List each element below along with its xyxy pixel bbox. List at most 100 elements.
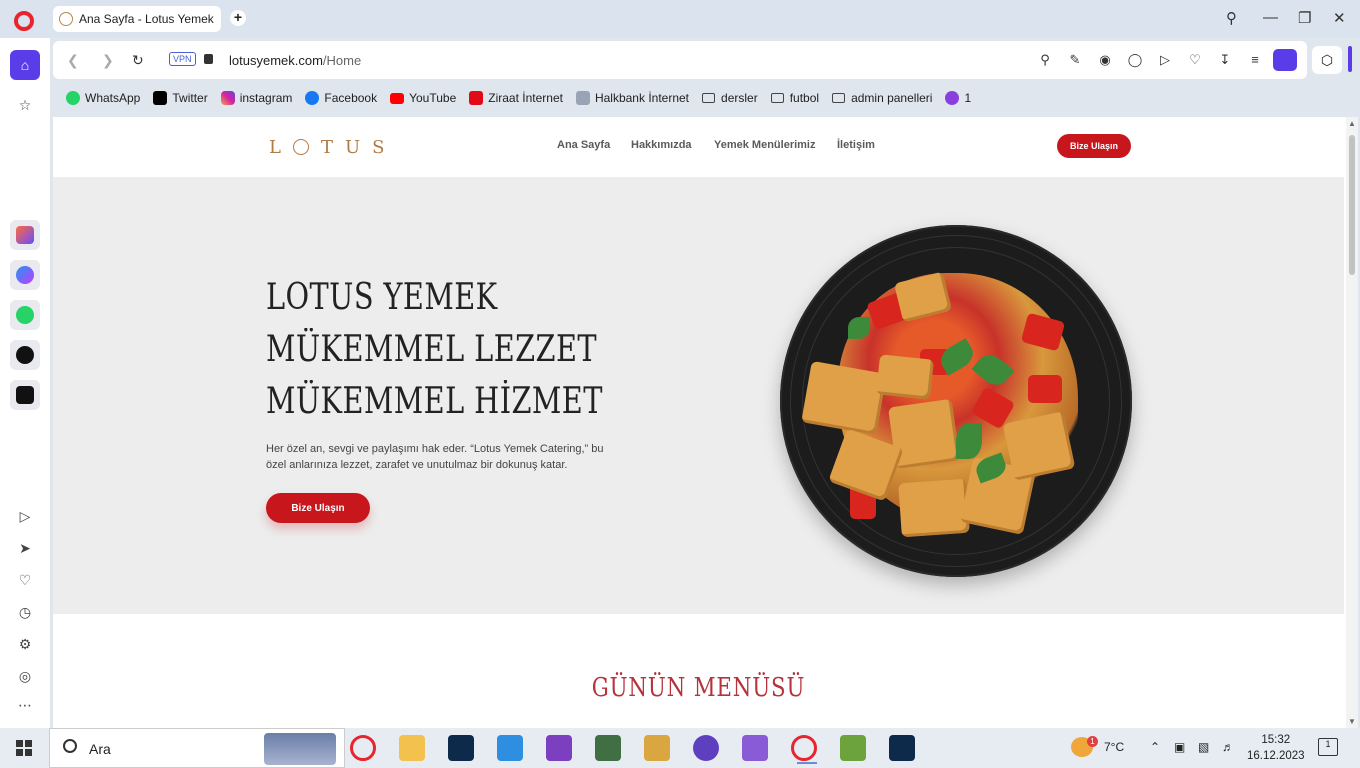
sidebar-whatsapp-icon[interactable] bbox=[10, 300, 40, 330]
taskbar-tool-icon[interactable] bbox=[840, 735, 866, 761]
bookmark-whatsapp[interactable]: WhatsApp bbox=[66, 91, 140, 105]
hero-contact-button[interactable]: Bize Ulaşın bbox=[266, 493, 370, 523]
site-logo[interactable]: L TUS bbox=[269, 137, 396, 158]
bookmark-instagram[interactable]: instagram bbox=[220, 91, 292, 105]
page-scrollbar[interactable]: ▲ ▼ bbox=[1346, 117, 1358, 728]
section-title-gunun-menusu: GÜNÜN MENÜSÜ bbox=[591, 673, 806, 703]
reload-button[interactable]: ↻ bbox=[132, 52, 144, 69]
youtube-icon bbox=[390, 92, 405, 104]
halkbank-icon bbox=[575, 91, 590, 105]
browser-tab-bar: Ana Sayfa - Lotus Yemek + ⚲ — ❐ ✕ bbox=[0, 0, 1360, 38]
adblock-shield-icon[interactable]: ◯ bbox=[1127, 52, 1143, 68]
taskbar-photoshop-2-icon[interactable] bbox=[889, 735, 915, 761]
easy-setup-icon[interactable]: ≡ bbox=[1247, 52, 1263, 67]
whatsapp-icon bbox=[66, 91, 80, 105]
sidebar-tips-bulb-icon[interactable]: ◎ bbox=[10, 661, 40, 691]
notifications-icon[interactable]: 1 bbox=[1318, 738, 1338, 756]
restore-button[interactable]: ❐ bbox=[1298, 9, 1311, 27]
sidebar-send-icon[interactable]: ➤ bbox=[10, 533, 40, 563]
snapshot-camera-icon[interactable]: ◉ bbox=[1097, 52, 1113, 68]
profile-avatar-icon[interactable] bbox=[1273, 49, 1297, 71]
sidebar-speed-dial-star-icon[interactable]: ☆ bbox=[10, 90, 40, 120]
new-tab-button[interactable]: + bbox=[230, 10, 246, 26]
windows-start-button[interactable] bbox=[16, 740, 32, 756]
taskbar-opera-icon[interactable] bbox=[350, 735, 376, 761]
sidebar-pinboard-heart-icon[interactable]: ♡ bbox=[10, 565, 40, 595]
tray-volume-icon[interactable]: ♬ bbox=[1222, 740, 1234, 754]
minimize-button[interactable]: — bbox=[1263, 9, 1278, 26]
sidebar-settings-gear-icon[interactable]: ⚙ bbox=[10, 629, 40, 659]
taskbar-search-box[interactable]: Ara bbox=[49, 728, 345, 768]
sidebar-tiktok-icon[interactable] bbox=[10, 340, 40, 370]
sidebar-messenger-icon[interactable] bbox=[10, 260, 40, 290]
extension-icon bbox=[945, 91, 960, 105]
taskbar-file-explorer-icon[interactable] bbox=[399, 735, 425, 761]
url-field[interactable]: lotusyemek.com/Home bbox=[229, 53, 361, 68]
page-search-icon[interactable]: ⚲ bbox=[1037, 52, 1053, 68]
search-highlight-image[interactable] bbox=[264, 733, 336, 765]
bookmark-folder-futbol[interactable]: futbol bbox=[770, 91, 819, 105]
taskbar-visual-studio-2-icon[interactable] bbox=[742, 735, 768, 761]
scroll-down-arrow-icon[interactable]: ▼ bbox=[1348, 717, 1356, 726]
taskbar-vscode-icon[interactable] bbox=[497, 735, 523, 761]
ziraat-icon bbox=[469, 91, 484, 105]
bookmark-extension[interactable]: 1 bbox=[945, 91, 971, 105]
bookmarks-bar: WhatsApp Twitter instagram Facebook YouT… bbox=[53, 82, 1307, 114]
browser-tab-active[interactable]: Ana Sayfa - Lotus Yemek bbox=[53, 6, 221, 32]
download-icon[interactable]: ↧ bbox=[1217, 52, 1233, 68]
nav-iletisim[interactable]: İletişim bbox=[837, 139, 875, 151]
taskbar-app-icon[interactable] bbox=[595, 735, 621, 761]
tray-network-icon[interactable]: ▧ bbox=[1198, 740, 1209, 754]
favorite-heart-icon[interactable]: ♡ bbox=[1187, 52, 1203, 68]
bookmark-folder-dersler[interactable]: dersler bbox=[702, 91, 758, 105]
folder-icon bbox=[832, 93, 846, 103]
sidebar-more-icon[interactable]: ⋯ bbox=[10, 690, 40, 720]
weather-temperature[interactable]: 7°C bbox=[1104, 740, 1124, 754]
share-icon[interactable]: ▷ bbox=[1157, 52, 1173, 68]
nav-yemek-menulerimiz[interactable]: Yemek Menülerimiz bbox=[714, 139, 816, 151]
sidebar-aria-icon[interactable] bbox=[10, 220, 40, 250]
scrollbar-thumb[interactable] bbox=[1349, 135, 1355, 275]
facebook-icon bbox=[305, 91, 320, 105]
windows-taskbar: Ara 1 7°C ⌃ ▣ ▧ ♬ 15:32 16.12.2023 1 bbox=[0, 728, 1360, 768]
taskbar-clock[interactable]: 15:32 16.12.2023 bbox=[1247, 732, 1305, 764]
url-host: lotusyemek.com bbox=[229, 53, 323, 68]
bookmark-twitter[interactable]: Twitter bbox=[153, 91, 208, 105]
taskbar-iptv-icon[interactable] bbox=[693, 735, 719, 761]
lock-icon[interactable] bbox=[204, 54, 213, 64]
taskbar-search-text: Ara bbox=[89, 741, 111, 757]
nav-ana-sayfa[interactable]: Ana Sayfa bbox=[557, 139, 610, 151]
edit-icon[interactable]: ✎ bbox=[1067, 52, 1083, 68]
tray-meet-icon[interactable]: ▣ bbox=[1174, 740, 1185, 754]
extensions-cube-icon[interactable]: ⬡ bbox=[1312, 46, 1342, 74]
taskbar-opera-active-icon[interactable] bbox=[791, 735, 817, 764]
sidebar-x-icon[interactable] bbox=[10, 380, 40, 410]
taskbar-calculator-icon[interactable] bbox=[644, 735, 670, 761]
nav-hakkimizda[interactable]: Hakkımızda bbox=[631, 139, 692, 151]
opera-logo-icon[interactable] bbox=[14, 11, 34, 31]
sidebar-home-button[interactable]: ⌂ bbox=[10, 50, 40, 80]
bookmark-youtube[interactable]: YouTube bbox=[390, 91, 456, 105]
scroll-up-arrow-icon[interactable]: ▲ bbox=[1348, 119, 1356, 128]
back-button[interactable]: ❮ bbox=[67, 52, 79, 69]
food-plate-image bbox=[780, 225, 1132, 577]
tray-chevron-up-icon[interactable]: ⌃ bbox=[1150, 740, 1160, 754]
bookmark-facebook[interactable]: Facebook bbox=[305, 91, 377, 105]
taskbar-photoshop-icon[interactable] bbox=[448, 735, 474, 761]
folder-icon bbox=[702, 93, 716, 103]
hero-title-line-1: LOTUS YEMEK bbox=[266, 277, 498, 318]
close-window-button[interactable]: ✕ bbox=[1333, 9, 1346, 27]
vpn-badge[interactable]: VPN bbox=[169, 52, 196, 66]
folder-icon bbox=[770, 93, 784, 103]
sidebar-toggle-indicator[interactable] bbox=[1348, 46, 1352, 72]
tab-search-icon[interactable]: ⚲ bbox=[1226, 9, 1237, 27]
sidebar-history-icon[interactable]: ◷ bbox=[10, 597, 40, 627]
forward-button[interactable]: ❯ bbox=[102, 52, 114, 69]
header-contact-button[interactable]: Bize Ulaşın bbox=[1057, 134, 1131, 158]
page-viewport: L TUS Ana Sayfa Hakkımızda Yemek Menüleri… bbox=[53, 117, 1358, 728]
bookmark-folder-admin[interactable]: admin panelleri bbox=[832, 91, 932, 105]
bookmark-halkbank[interactable]: Halkbank İnternet bbox=[575, 91, 689, 105]
sidebar-player-icon[interactable]: ▷ bbox=[10, 501, 40, 531]
taskbar-visual-studio-icon[interactable] bbox=[546, 735, 572, 761]
bookmark-ziraat[interactable]: Ziraat İnternet bbox=[469, 91, 563, 105]
